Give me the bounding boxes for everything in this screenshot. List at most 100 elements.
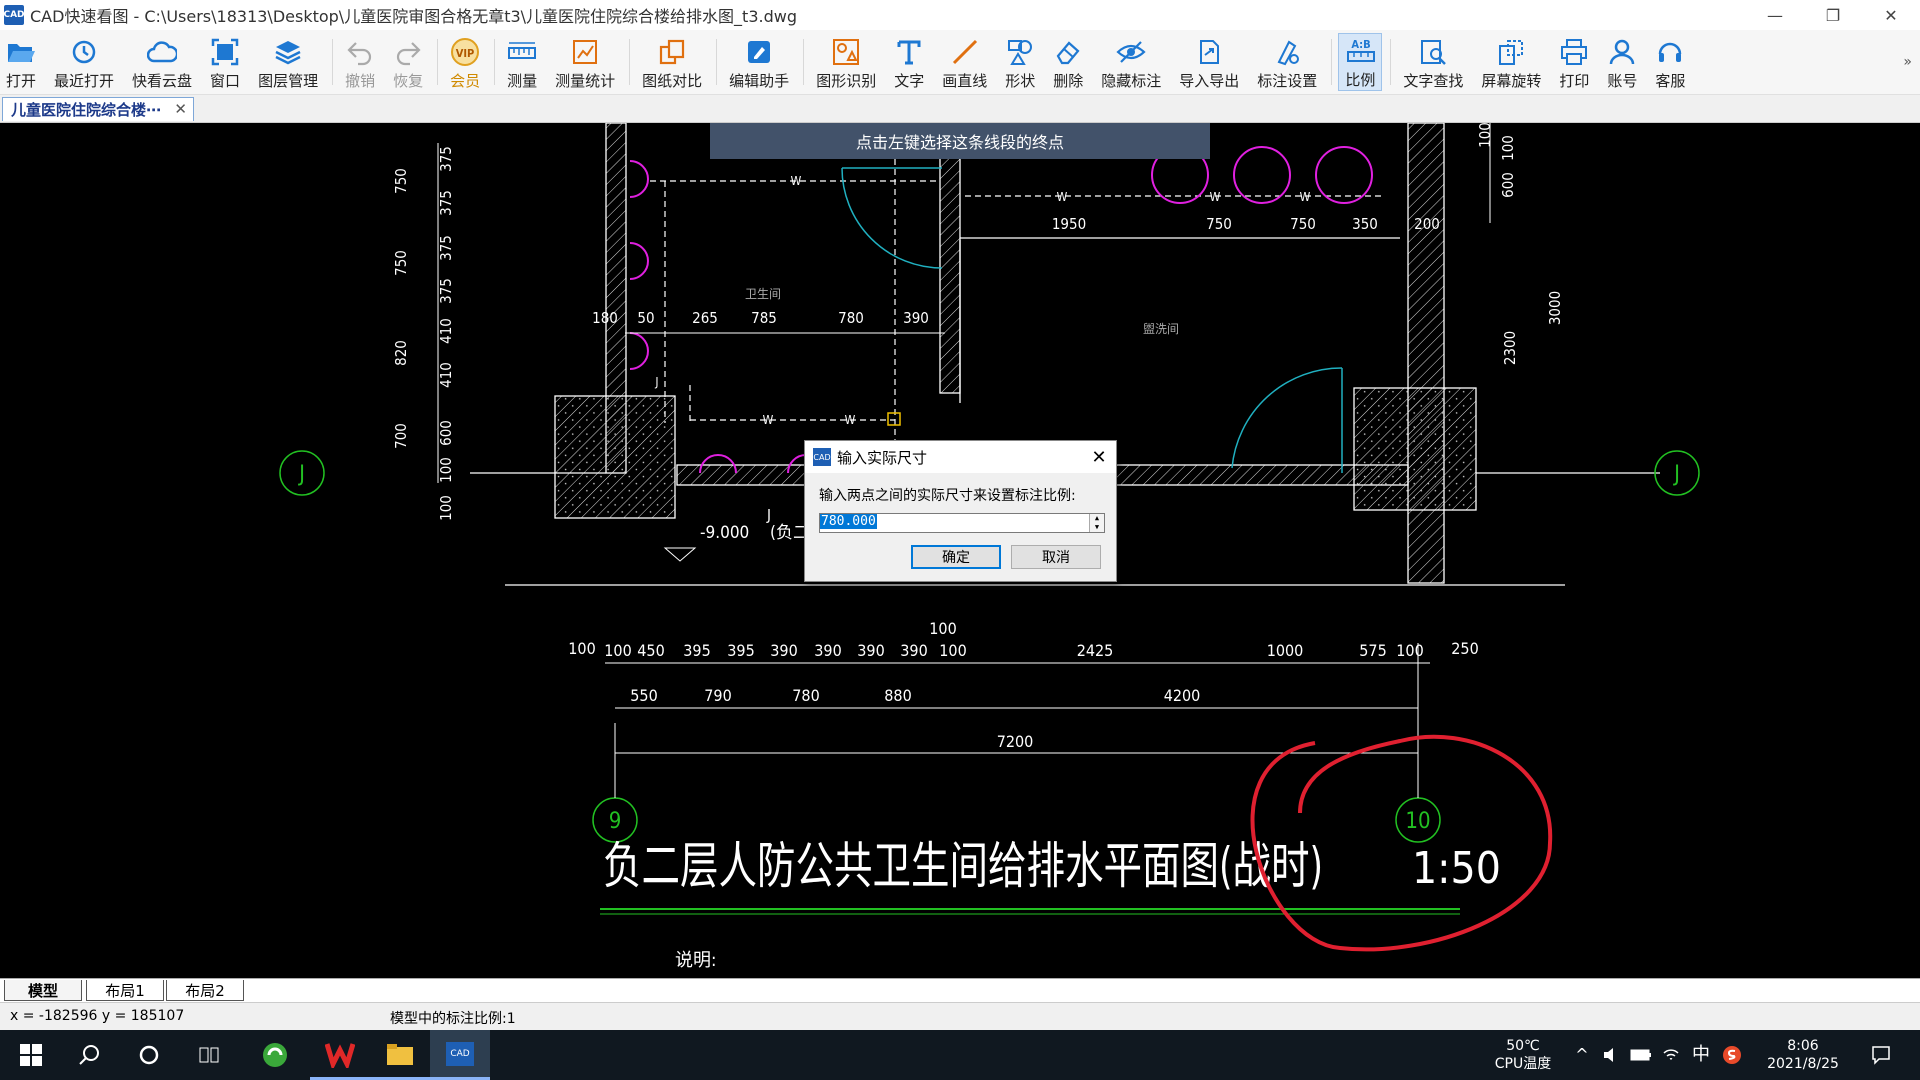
toolbar-folder-open-button[interactable]: 打开 bbox=[0, 33, 42, 91]
toolbar-rotate-screen-button[interactable]: 屏幕旋转 bbox=[1475, 33, 1547, 91]
toolbar-layers-button[interactable]: 图层管理 bbox=[252, 33, 324, 91]
toolbar-label: 快看云盘 bbox=[132, 72, 193, 90]
cloud-icon bbox=[147, 37, 178, 67]
toolbar-import-export-button[interactable]: 导入导出 bbox=[1173, 33, 1245, 91]
toolbar-separator bbox=[332, 39, 334, 85]
tray-expand-icon[interactable]: ^ bbox=[1570, 1030, 1594, 1080]
dimension-text: 350 bbox=[1352, 215, 1378, 233]
toolbar-undo-button[interactable]: 撤销 bbox=[339, 33, 381, 91]
cortana-icon bbox=[139, 1045, 159, 1065]
taskbar: CAD 50℃ CPU温度 ^ 中 8:06 2021/8/25 bbox=[0, 1030, 1920, 1080]
document-tab-label: 儿童医院住院综合楼⋯ bbox=[11, 101, 162, 119]
cortana-button[interactable] bbox=[126, 1030, 172, 1080]
undo-icon bbox=[345, 37, 375, 67]
grid-label-left: J bbox=[297, 462, 305, 487]
toolbar-account-button[interactable]: 账号 bbox=[1601, 33, 1643, 91]
toolbar-eraser-button[interactable]: 删除 bbox=[1047, 33, 1089, 91]
toilet-fixture bbox=[629, 242, 649, 280]
dimension-text: 180 bbox=[592, 309, 618, 327]
toolbar-measure-stats-button[interactable]: 测量统计 bbox=[549, 33, 621, 91]
toolbar-shape-recognize-button[interactable]: 图形识别 bbox=[810, 33, 882, 91]
toolbar-text-search-button[interactable]: 文字查找 bbox=[1397, 33, 1469, 91]
volume-icon[interactable] bbox=[1598, 1030, 1624, 1080]
dialog-close-icon[interactable]: ✕ bbox=[1082, 447, 1116, 468]
toolbar-annotation-settings-button[interactable]: 标注设置 bbox=[1251, 33, 1323, 91]
dimension-text: 600 bbox=[1499, 172, 1517, 198]
tab-model[interactable]: 模型 bbox=[4, 980, 82, 1001]
toolbar-shape-button[interactable]: 形状 bbox=[999, 33, 1041, 91]
toolbar-headset-button[interactable]: 客服 bbox=[1649, 33, 1691, 91]
search-button[interactable] bbox=[66, 1030, 112, 1080]
dimension-text: 785 bbox=[751, 309, 777, 327]
toolbar-scale-button[interactable]: A:B 比例 bbox=[1338, 33, 1383, 91]
close-button[interactable]: ✕ bbox=[1862, 0, 1920, 30]
close-tab-icon[interactable]: ✕ bbox=[174, 100, 187, 118]
notification-button[interactable] bbox=[1858, 1030, 1904, 1080]
toolbar-label: 打开 bbox=[6, 72, 37, 90]
toolbar-measure-button[interactable]: 测量 bbox=[501, 33, 543, 91]
dimension-text: 395 bbox=[727, 641, 754, 660]
toolbar-cloud-button[interactable]: 快看云盘 bbox=[126, 33, 198, 91]
spinner-icon[interactable]: ▲ ▼ bbox=[1089, 514, 1104, 532]
toolbar-line-button[interactable]: 画直线 bbox=[936, 33, 993, 91]
toolbar-edit-assistant-button[interactable]: 编辑助手 bbox=[723, 33, 795, 91]
wifi-signal-icon bbox=[1663, 1049, 1679, 1060]
column-left bbox=[554, 395, 676, 519]
sogou-ime-icon[interactable] bbox=[1718, 1030, 1746, 1080]
taskbar-app-explorer[interactable] bbox=[370, 1030, 430, 1080]
folder-icon bbox=[387, 1043, 413, 1065]
taskbar-app-cad[interactable]: CAD bbox=[430, 1030, 490, 1080]
start-button[interactable] bbox=[8, 1030, 54, 1080]
dimension-text: 4200 bbox=[1164, 686, 1201, 705]
layers-icon bbox=[273, 37, 303, 67]
dimension-text: 2300 bbox=[1501, 331, 1519, 365]
toolbar-print-button[interactable]: 打印 bbox=[1553, 33, 1595, 91]
toolbar-text-button[interactable]: 文字 bbox=[888, 33, 930, 91]
dimension-text: 390 bbox=[814, 641, 841, 660]
toolbar-more-icon[interactable]: » bbox=[1903, 54, 1912, 70]
taskbar-app-wps[interactable] bbox=[310, 1030, 370, 1080]
dimension-text: 780 bbox=[792, 686, 819, 705]
svg-text:VIP: VIP bbox=[456, 47, 475, 60]
speaker-icon bbox=[1604, 1048, 1613, 1062]
toolbar-compare-button[interactable]: 图纸对比 bbox=[636, 33, 708, 91]
door-swing bbox=[841, 167, 943, 269]
dimension-text: 3000 bbox=[1546, 291, 1564, 325]
toolbar-history-button[interactable]: 最近打开 bbox=[48, 33, 120, 91]
import-export-icon bbox=[1194, 37, 1224, 67]
battery-shape-icon bbox=[1630, 1049, 1651, 1061]
tab-layout2[interactable]: 布局2 bbox=[166, 980, 244, 1001]
toolbar-label: 客服 bbox=[1655, 72, 1686, 90]
clock[interactable]: 8:06 2021/8/25 bbox=[1755, 1030, 1851, 1080]
battery-icon[interactable] bbox=[1628, 1030, 1654, 1080]
dimension-text: 100 bbox=[437, 457, 455, 483]
sink-fixture bbox=[1315, 146, 1373, 204]
cpu-temp[interactable]: 50℃ CPU温度 bbox=[1490, 1030, 1556, 1080]
dimension-text: 750 bbox=[392, 250, 410, 276]
task-view-button[interactable] bbox=[186, 1030, 232, 1080]
dimension-text: 550 bbox=[630, 686, 657, 705]
text-search-icon bbox=[1418, 37, 1448, 67]
command-prompt: 点击左键选择这条线段的终点 bbox=[710, 123, 1210, 159]
clock-date: 2021/8/25 bbox=[1767, 1056, 1839, 1072]
text-icon bbox=[894, 37, 924, 67]
wifi-icon[interactable] bbox=[1658, 1030, 1684, 1080]
document-tab[interactable]: 儿童医院住院综合楼⋯ ✕ bbox=[2, 97, 194, 121]
shape-icon bbox=[1005, 37, 1035, 67]
dimension-input[interactable]: 780.000 ▲ ▼ bbox=[819, 513, 1105, 533]
ok-button[interactable]: 确定 bbox=[911, 545, 1001, 569]
restore-button[interactable]: ❐ bbox=[1804, 0, 1862, 30]
dimension-text: 820 bbox=[392, 340, 410, 366]
toolbar-window-button[interactable]: 窗口 bbox=[204, 33, 246, 91]
window-title: CAD快速看图 - C:\Users\18313\Desktop\儿童医院审图合… bbox=[30, 7, 797, 26]
taskbar-app-browser[interactable] bbox=[250, 1030, 300, 1080]
ime-indicator[interactable]: 中 bbox=[1688, 1030, 1714, 1080]
toolbar-hide-annotation-button[interactable]: 隐藏标注 bbox=[1095, 33, 1167, 91]
toolbar-redo-button[interactable]: 恢复 bbox=[387, 33, 429, 91]
cancel-button[interactable]: 取消 bbox=[1011, 545, 1101, 569]
redo-icon bbox=[393, 37, 423, 67]
eraser-icon bbox=[1053, 37, 1083, 67]
minimize-button[interactable]: — bbox=[1746, 0, 1804, 30]
toolbar-vip-button[interactable]: VIP 会员 bbox=[444, 33, 486, 91]
tab-layout1[interactable]: 布局1 bbox=[86, 980, 164, 1001]
